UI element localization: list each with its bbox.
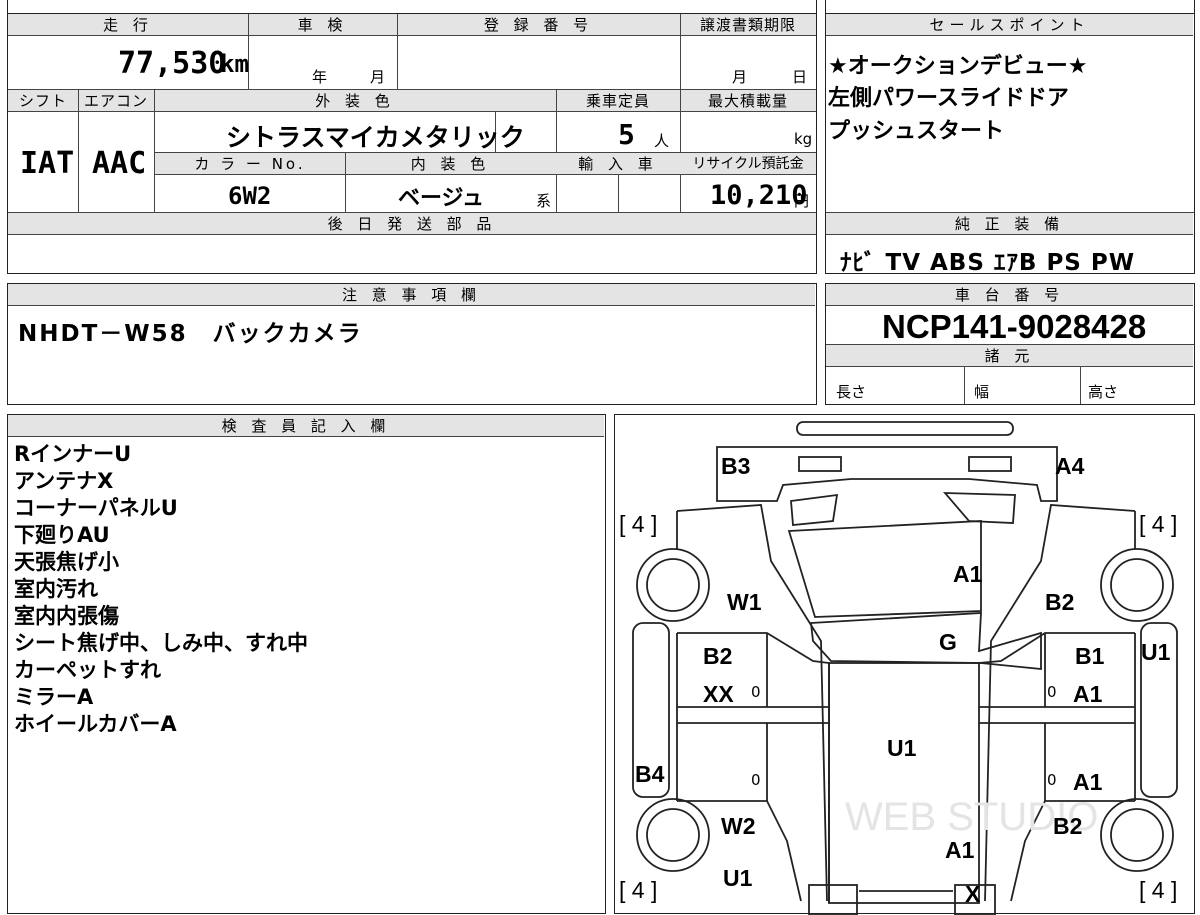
color-no-value: 6W2 [228, 182, 272, 210]
sales-point-2: 左側パワースライドドア [828, 86, 1069, 111]
capacity-value: 5 [618, 118, 635, 151]
spec-header: 諸 元 [826, 345, 1193, 367]
damage-label-b2-left-door: B2 [703, 643, 733, 669]
sales-point-1: ★オークションデビュー★ [828, 54, 1088, 79]
damage-label-u1-rear: U1 [723, 865, 753, 891]
inspection-header: 車 検 [248, 14, 397, 36]
sales-points-header: セールスポイント [826, 14, 1193, 36]
tire-tread-front-left: [ 4 ] [619, 511, 658, 537]
chassis-box: 車 台 番 号 NCP141-9028428 諸 元 長さ 幅 高さ [825, 283, 1195, 405]
inspector-item: シート焦げ中、しみ中、すれ中 [14, 631, 308, 655]
notes-header: 注 意 事 項 欄 [8, 284, 815, 306]
mileage-unit: km [220, 50, 249, 78]
damage-label-w2: W2 [721, 813, 756, 839]
chassis-number: NCP141-9028428 [882, 308, 1147, 345]
damage-label-hood: A1 [953, 561, 983, 587]
inspector-item: 天張焦げ小 [14, 550, 119, 574]
damage-label-a1-right-rear: A1 [1073, 769, 1103, 795]
damage-label-b4: B4 [635, 761, 665, 787]
recycle-fee-header: リサイクル預託金 [680, 153, 816, 175]
damage-label-a1-right-door: A1 [1073, 681, 1103, 707]
damage-label-w1: W1 [727, 589, 762, 615]
import-header: 輸 入 車 [556, 153, 680, 175]
inspection-year-label: 年 [312, 68, 328, 86]
equipment-value: ﾅﾋﾞ TV ABS ｴｱB PS PW [840, 250, 1136, 276]
inspection-month-label: 月 [370, 68, 386, 86]
interior-color-suffix: 系 [536, 192, 552, 210]
tire-tread-front-right: [ 4 ] [1139, 511, 1178, 537]
max-load-unit: kg [794, 130, 813, 148]
inspector-item: 下廻りAU [14, 523, 110, 547]
height-label: 高さ [1088, 383, 1119, 401]
vehicle-info-table-main: 走 行 車 検 登 録 番 号 譲渡書類期限 77,530 km 年 月 月 日… [7, 13, 817, 274]
damage-label-b3: B3 [721, 453, 751, 479]
shift-header: シフト [8, 90, 78, 112]
sales-point-3: プッシュスタート [828, 119, 1005, 144]
damage-label-u1-right: U1 [1141, 639, 1171, 665]
capacity-unit: 人 [654, 132, 670, 150]
damage-label-a1-rear: A1 [945, 837, 975, 863]
inspector-item: アンテナX [14, 469, 114, 493]
recycle-fee-value: 10,210 [710, 180, 808, 211]
inspector-item: RインナーU [14, 442, 132, 466]
sales-points-box: セールスポイント ★オークションデビュー★ 左側パワースライドドア プッシュスタ… [825, 13, 1195, 276]
recycle-fee-unit: 円 [794, 192, 810, 210]
inspector-item: ミラーA [14, 685, 94, 709]
aircon-value: AAC [92, 146, 147, 181]
inspector-item: コーナーパネルU [14, 496, 178, 520]
color-no-header: カ ラ ー No. [155, 153, 345, 175]
exterior-color-header: 外 装 色 [154, 90, 556, 112]
inspector-box: 検 査 員 記 入 欄 RインナーU アンテナX コーナーパネルU 下廻りAU … [7, 414, 606, 914]
chassis-header: 車 台 番 号 [826, 284, 1193, 306]
shift-value: IAT [20, 146, 75, 181]
registration-number-header: 登 録 番 号 [397, 14, 680, 36]
interior-color-value: ベージュ [398, 186, 485, 211]
inspector-item: カーペットすれ [14, 658, 161, 682]
mileage-value: 77,530 [118, 46, 227, 81]
later-parts-header: 後 日 発 送 部 品 [8, 213, 816, 235]
damage-label-x-rear: X [965, 881, 981, 907]
transfer-day-label: 日 [792, 68, 808, 86]
door-zero-1: 0 [751, 683, 761, 701]
damage-diagram-box: WEB STUDIO B3 A4 [ 4 ] [ 4 ] A1 W1 B2 G … [614, 414, 1195, 915]
notes-box: 注 意 事 項 欄 NHDT－W58 バックカメラ [7, 283, 817, 405]
max-load-header: 最大積載量 [680, 90, 816, 112]
capacity-header: 乗車定員 [556, 90, 680, 112]
damage-label-windshield: G [939, 629, 957, 655]
transfer-deadline-header: 譲渡書類期限 [680, 14, 816, 36]
mileage-header: 走 行 [8, 14, 248, 36]
equipment-header: 純 正 装 備 [826, 213, 1193, 235]
inspector-item: ホイールカバーA [14, 712, 177, 736]
car-outline-drawing [632, 421, 1178, 915]
damage-label-b2-front-right: B2 [1045, 589, 1075, 615]
damage-label-b1: B1 [1075, 643, 1105, 669]
interior-color-header: 内 装 色 [345, 153, 556, 175]
notes-value: NHDT－W58 バックカメラ [18, 321, 363, 347]
damage-label-b2-rear-right: B2 [1053, 813, 1083, 839]
width-label: 幅 [974, 383, 990, 401]
damage-label-xx: XX [703, 681, 734, 707]
damage-label-roof: U1 [887, 735, 917, 761]
door-zero-3: 0 [751, 771, 761, 789]
inspector-item: 室内汚れ [14, 577, 98, 601]
length-label: 長さ [836, 383, 867, 401]
aircon-header: エアコン [78, 90, 154, 112]
transfer-month-label: 月 [732, 68, 748, 86]
inspector-list: RインナーU アンテナX コーナーパネルU 下廻りAU 天張焦げ小 室内汚れ 室… [14, 441, 308, 738]
door-zero-2: 0 [1047, 683, 1057, 701]
damage-label-a4: A4 [1055, 453, 1085, 479]
exterior-color-value: シトラスマイカメタリック [226, 123, 525, 152]
door-zero-4: 0 [1047, 771, 1057, 789]
inspector-item: 室内内張傷 [14, 604, 119, 628]
inspector-header: 検 査 員 記 入 欄 [8, 415, 604, 437]
